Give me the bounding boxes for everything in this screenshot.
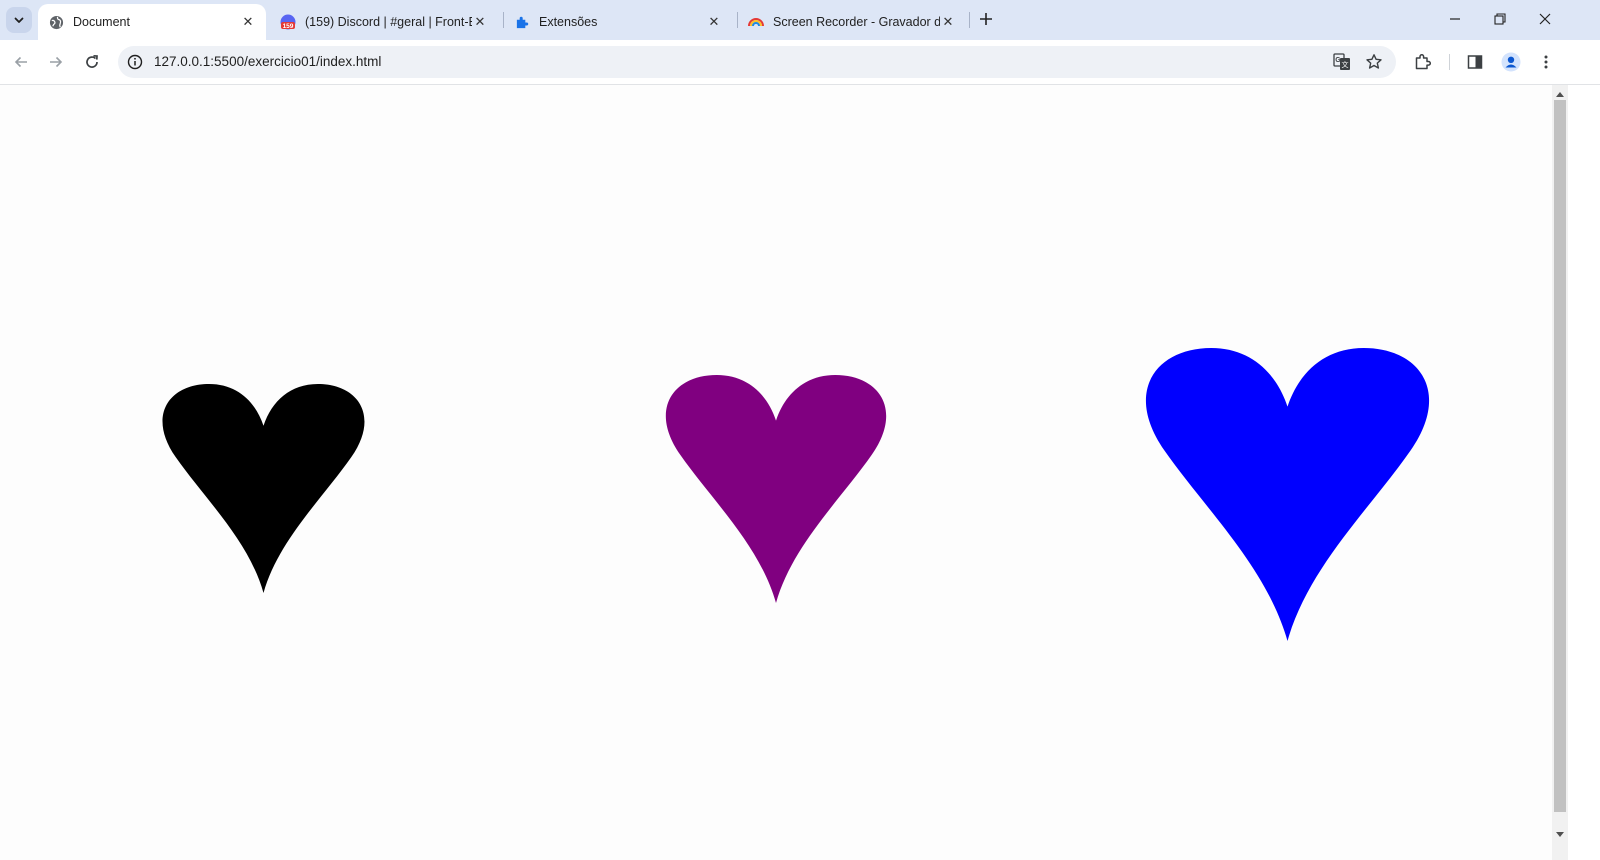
reload-button[interactable] bbox=[80, 50, 104, 74]
purple-heart-shape bbox=[665, 375, 887, 603]
puzzle-icon bbox=[514, 14, 530, 30]
tab-title: Document bbox=[73, 15, 130, 29]
tab-search-button[interactable] bbox=[6, 7, 32, 33]
close-icon[interactable]: ✕ bbox=[240, 14, 256, 30]
menu-button[interactable] bbox=[1535, 51, 1557, 73]
side-panel-button[interactable] bbox=[1464, 51, 1486, 73]
minimize-button[interactable] bbox=[1444, 8, 1466, 30]
svg-text:文: 文 bbox=[1342, 60, 1349, 69]
profile-button[interactable] bbox=[1500, 51, 1522, 73]
avatar-icon bbox=[1501, 52, 1521, 72]
side-panel-icon bbox=[1467, 55, 1483, 69]
tab-title: Screen Recorder - Gravador de bbox=[773, 15, 940, 29]
tab-title: Extensões bbox=[539, 15, 598, 29]
toolbar-divider bbox=[1449, 54, 1450, 70]
page-viewport bbox=[0, 85, 1552, 860]
forward-button[interactable] bbox=[44, 50, 68, 74]
triangle-down-icon bbox=[1556, 832, 1564, 837]
tab-screen-recorder[interactable]: Screen Recorder - Gravador de ✕ bbox=[738, 4, 966, 40]
discord-icon: 159 bbox=[280, 14, 296, 30]
blue-heart-shape bbox=[1145, 348, 1430, 641]
browser-toolbar: 127.0.0.1:5500/exercicio01/index.html 文 … bbox=[0, 40, 1600, 85]
address-bar[interactable]: 127.0.0.1:5500/exercicio01/index.html 文 … bbox=[118, 46, 1396, 78]
restore-button[interactable] bbox=[1489, 8, 1511, 30]
black-heart-shape bbox=[162, 384, 365, 593]
minimize-icon bbox=[1450, 18, 1460, 20]
tab-extensions[interactable]: Extensões ✕ bbox=[504, 4, 732, 40]
back-button[interactable] bbox=[9, 50, 33, 74]
svg-text:G: G bbox=[1335, 57, 1341, 64]
puzzle-icon bbox=[1415, 53, 1432, 70]
tab-strip: Document ✕ 159 (159) Discord | #geral | … bbox=[0, 0, 1600, 40]
close-icon[interactable]: ✕ bbox=[940, 14, 956, 30]
url-text[interactable]: 127.0.0.1:5500/exercicio01/index.html bbox=[154, 54, 381, 69]
tab-document[interactable]: Document ✕ bbox=[38, 4, 266, 40]
scroll-up-button[interactable] bbox=[1552, 87, 1568, 101]
bookmark-star-icon[interactable] bbox=[1364, 52, 1384, 72]
new-tab-button[interactable] bbox=[976, 9, 996, 29]
close-icon bbox=[1539, 13, 1551, 25]
tab-separator bbox=[969, 12, 970, 28]
scroll-down-button[interactable] bbox=[1552, 828, 1568, 842]
notification-badge: 159 bbox=[283, 23, 294, 30]
plus-icon bbox=[980, 13, 992, 25]
info-icon[interactable] bbox=[126, 53, 144, 71]
chevron-down-icon bbox=[14, 17, 24, 23]
close-window-button[interactable] bbox=[1534, 8, 1556, 30]
purple-heart bbox=[665, 375, 887, 603]
reload-icon bbox=[86, 54, 98, 68]
more-vertical-icon bbox=[1544, 55, 1548, 69]
extensions-button[interactable] bbox=[1412, 51, 1434, 73]
arrow-left-icon bbox=[14, 56, 27, 68]
restore-icon bbox=[1494, 13, 1506, 25]
tab-title: (159) Discord | #geral | Front-En bbox=[305, 15, 472, 29]
black-heart bbox=[162, 384, 365, 593]
close-icon[interactable]: ✕ bbox=[472, 14, 488, 30]
tab-discord[interactable]: 159 (159) Discord | #geral | Front-En ✕ bbox=[270, 4, 498, 40]
blue-heart bbox=[1145, 348, 1430, 641]
scrollbar-thumb[interactable] bbox=[1554, 100, 1566, 812]
translate-icon[interactable]: 文 G bbox=[1332, 52, 1352, 72]
rainbow-icon bbox=[748, 14, 764, 30]
arrow-right-icon bbox=[50, 56, 63, 68]
triangle-up-icon bbox=[1556, 92, 1564, 97]
globe-icon bbox=[48, 14, 64, 30]
close-icon[interactable]: ✕ bbox=[706, 14, 722, 30]
